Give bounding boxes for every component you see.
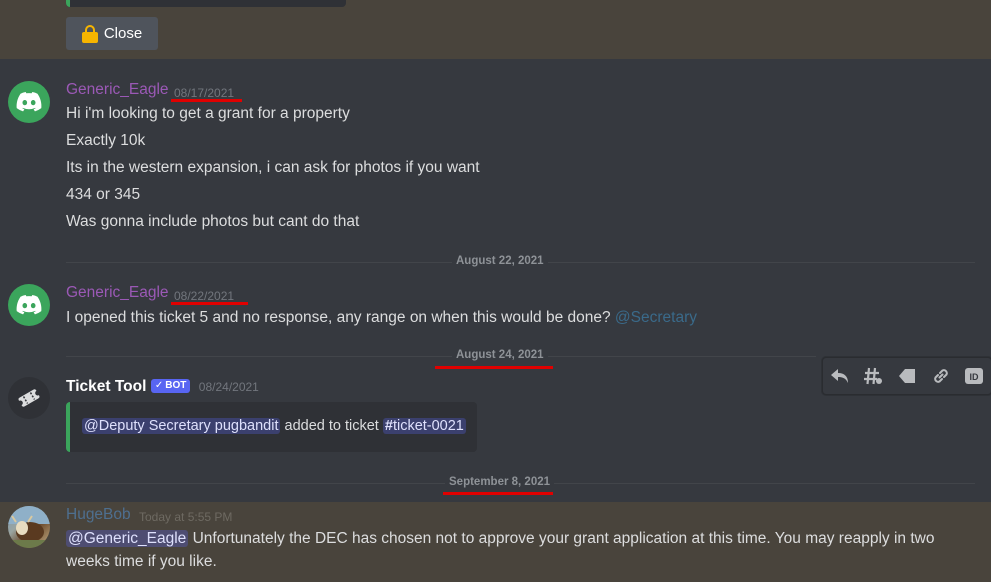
close-button[interactable]: Close — [66, 17, 158, 50]
hash-icon: # — [384, 418, 393, 434]
message-content: @Generic_Eagle Unfortunately the DEC has… — [66, 530, 934, 548]
link-icon[interactable] — [929, 364, 953, 388]
embed-text: added to ticket — [284, 418, 379, 434]
timestamp: Today at 5:55 PM — [139, 510, 233, 524]
date-divider — [66, 356, 816, 357]
role-mention[interactable]: @Secretary — [615, 309, 697, 326]
bot-badge: ✓ BOT — [150, 378, 191, 393]
message-text: Unfortunately the DEC has chosen not to … — [192, 530, 935, 547]
channel-mention[interactable]: #ticket-0021 — [382, 418, 466, 434]
ticket-embed: @Deputy Secretary pugbandit added to tic… — [66, 402, 477, 452]
tag-icon[interactable] — [895, 364, 919, 388]
thread-icon[interactable] — [861, 364, 885, 388]
annotation-underline — [435, 366, 553, 369]
discord-logo-icon — [16, 92, 42, 112]
date-divider-label: August 22, 2021 — [452, 255, 548, 267]
verified-check-icon: ✓ — [154, 380, 164, 391]
annotation-underline — [443, 492, 553, 495]
user-mention[interactable]: @Generic_Eagle — [66, 530, 189, 547]
id-icon[interactable]: ID — [962, 364, 986, 388]
message-line: Hi i'm looking to get a grant for a prop… — [66, 105, 350, 122]
ticket-icon — [17, 389, 41, 407]
avatar[interactable] — [8, 81, 50, 123]
avatar[interactable] — [8, 506, 50, 548]
discord-logo-icon — [16, 295, 42, 315]
lock-icon — [81, 24, 98, 43]
message-line: 434 or 345 — [66, 186, 141, 203]
annotation-underline — [171, 302, 248, 305]
message-line: Exactly 10k — [66, 132, 146, 149]
date-divider-label: August 24, 2021 — [452, 349, 548, 361]
username[interactable]: Ticket Tool — [66, 378, 146, 395]
username[interactable]: Generic_Eagle — [66, 81, 169, 99]
date-divider-label: September 8, 2021 — [445, 476, 555, 488]
username[interactable]: HugeBob — [66, 506, 131, 524]
timestamp: 08/22/2021 — [174, 289, 235, 303]
avatar[interactable] — [8, 284, 50, 326]
message-content: I opened this ticket 5 and no response, … — [66, 309, 697, 327]
avatar[interactable] — [8, 377, 50, 419]
previous-embed — [66, 0, 346, 7]
message-line: weeks time if you like. — [66, 553, 217, 570]
reply-icon[interactable] — [828, 364, 852, 388]
close-button-label: Close — [103, 25, 143, 42]
svg-text:ID: ID — [970, 372, 980, 382]
annotation-underline — [171, 99, 242, 102]
message-line: Was gonna include photos but cant do tha… — [66, 213, 360, 230]
username[interactable]: Generic_Eagle — [66, 284, 169, 302]
cow-avatar-icon — [8, 506, 50, 548]
timestamp: 08/24/2021 — [198, 380, 259, 394]
message-text: I opened this ticket 5 and no response, … — [66, 309, 611, 326]
message-action-toolbar: ID — [822, 357, 991, 395]
message-header: Ticket Tool ✓ BOT 08/24/2021 — [66, 378, 259, 396]
timestamp: 08/17/2021 — [174, 86, 235, 100]
user-mention[interactable]: @Deputy Secretary pugbandit — [82, 418, 281, 434]
message-line: Its in the western expansion, i can ask … — [66, 159, 480, 176]
